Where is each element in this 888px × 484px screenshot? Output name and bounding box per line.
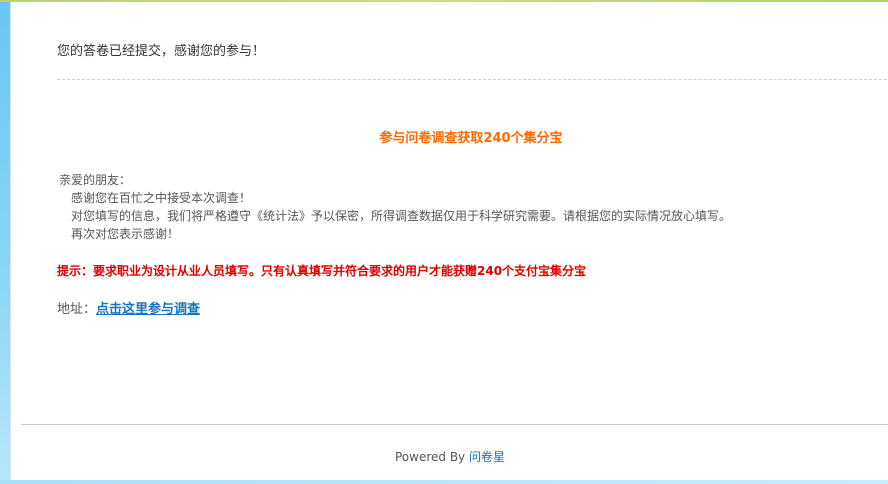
dashed-divider — [57, 79, 887, 80]
campaign-title: 参与问卷调查获取240个集分宝 — [379, 131, 563, 146]
powered-by-label: Powered By — [394, 450, 466, 464]
letter-line-3: 再次对您表示感谢！ — [71, 227, 180, 241]
eligibility-notice: 提示：要求职业为设计从业人员填写。只有认真填写并符合要求的用户才能获赠240个支… — [57, 264, 587, 278]
letter-greeting: 亲爱的朋友： — [59, 173, 132, 187]
brand-link[interactable]: 问卷星 — [469, 450, 505, 464]
page-bottom-accent — [0, 480, 888, 484]
address-label: 地址： — [57, 302, 97, 317]
content-panel: 您的答卷已经提交，感谢您的参与！ 参与问卷调查获取240个集分宝 亲爱的朋友： … — [10, 2, 888, 480]
letter-line-2: 对您填写的信息，我们将严格遵守《统计法》予以保密，所得调查数据仅用于科学研究需要… — [71, 209, 732, 223]
letter-line-1: 感谢您在百忙之中接受本次调查！ — [71, 191, 252, 205]
footer-divider — [21, 424, 888, 425]
footer: Powered By 问卷星 — [11, 448, 888, 465]
survey-address: 地址：点击这里参与调查 — [57, 298, 200, 317]
survey-link[interactable]: 点击这里参与调查 — [96, 302, 200, 317]
letter-body: 亲爱的朋友： 感谢您在百忙之中接受本次调查！ 对您填写的信息，我们将严格遵守《统… — [59, 171, 731, 243]
submitted-message: 您的答卷已经提交，感谢您的参与！ — [57, 44, 266, 59]
